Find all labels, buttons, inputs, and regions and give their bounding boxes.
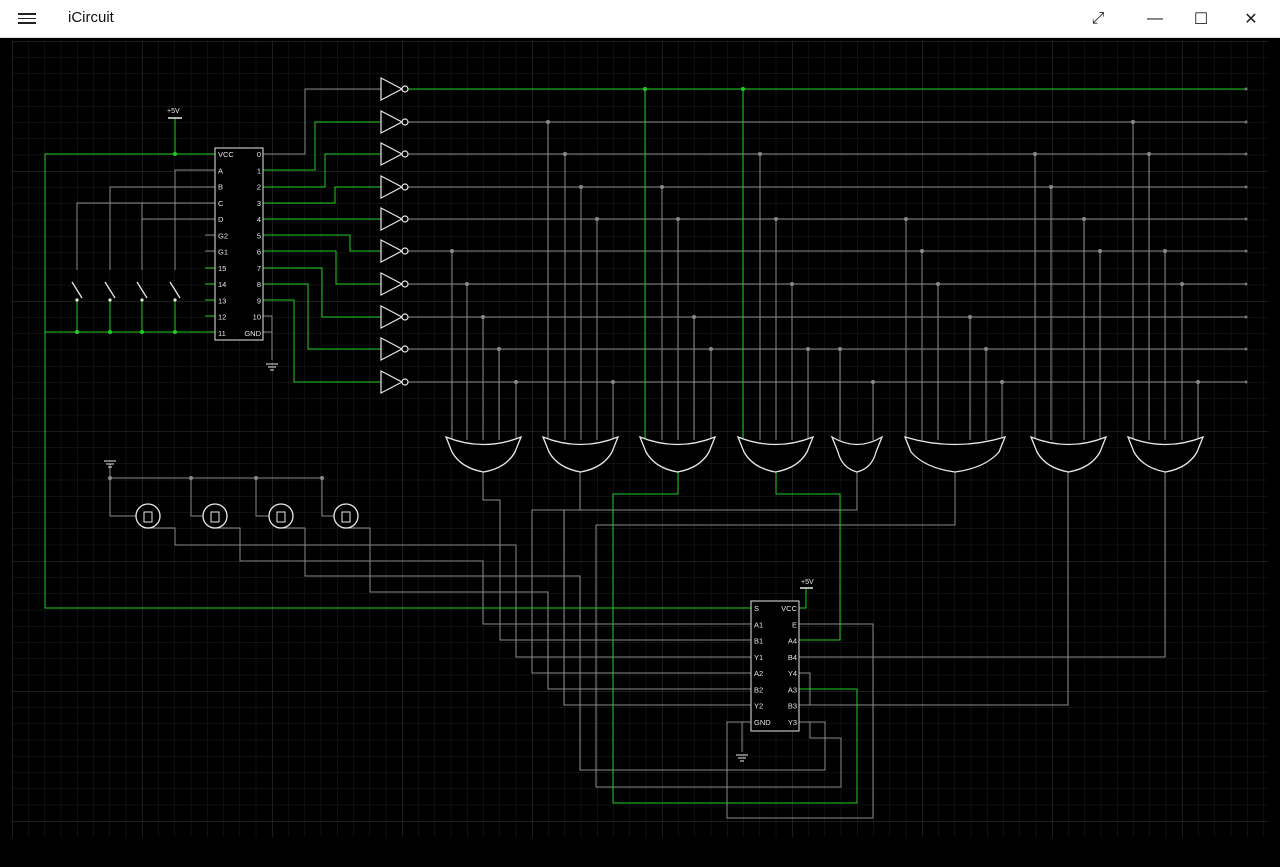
pin-label: A4 — [788, 637, 797, 646]
pin-label: E — [792, 620, 797, 629]
pin-label: B3 — [788, 702, 797, 711]
not-bubble — [401, 280, 409, 288]
pin-label: 0 — [257, 150, 261, 159]
not-bubble — [401, 313, 409, 321]
not-bubble — [401, 215, 409, 223]
pin-label: G1 — [218, 248, 228, 257]
pin-label: B — [218, 183, 223, 192]
pin-label: B2 — [754, 685, 763, 694]
pin-label: 15 — [218, 264, 226, 273]
lamp-bulb — [333, 503, 359, 529]
pin-label: A1 — [754, 620, 763, 629]
pin-label: 2 — [257, 183, 261, 192]
pin-label: Y4 — [788, 669, 797, 678]
mux-chip[interactable]: S A1 B1 Y1 A2 B2 Y2 GND VCC E A4 B4 Y4 A3 B3 Y3 — [750, 600, 800, 732]
pin-label: 3 — [257, 199, 261, 208]
pin-label: 11 — [218, 329, 226, 338]
pin-label: D — [218, 215, 224, 224]
decoder-supply-label: +5V — [167, 108, 180, 115]
not-bubble — [401, 378, 409, 386]
pin-label: Y3 — [788, 718, 797, 727]
pin-label: 13 — [218, 296, 226, 305]
pin-label: A3 — [788, 685, 797, 694]
not-bubble — [401, 118, 409, 126]
lamp-bulb — [202, 503, 228, 529]
pin-label: 4 — [257, 215, 261, 224]
pin-label: Y2 — [754, 702, 763, 711]
pin-label: GND — [244, 329, 261, 338]
pin-label: B4 — [788, 653, 797, 662]
pin-label: VCC — [781, 604, 797, 613]
minimize-icon[interactable]: — — [1132, 0, 1178, 37]
pin-label: VCC — [218, 150, 234, 159]
pin-label: Y1 — [754, 653, 763, 662]
hamburger-icon[interactable] — [18, 10, 36, 26]
pin-label: B1 — [754, 637, 763, 646]
not-bubble — [401, 183, 409, 191]
pin-label: 1 — [257, 166, 261, 175]
pin-label: 8 — [257, 280, 261, 289]
pin-label: G2 — [218, 231, 228, 240]
not-bubble — [401, 247, 409, 255]
pin-label: 10 — [253, 313, 261, 322]
switch-contact — [75, 298, 79, 302]
pin-label: 12 — [218, 313, 226, 322]
not-bubble — [401, 345, 409, 353]
pin-label: 14 — [218, 280, 226, 289]
pin-label: A — [218, 166, 223, 175]
not-bubble — [401, 85, 409, 93]
title-bar: iCircuit ⤢ — ☐ ✕ — [0, 0, 1280, 38]
decoder-chip[interactable]: VCCABCDG2G11514131211 012345678910GND — [214, 147, 264, 341]
switch-contact — [108, 298, 112, 302]
app-title: iCircuit — [68, 9, 114, 26]
pin-label: 7 — [257, 264, 261, 273]
lamp-bulb — [268, 503, 294, 529]
maximize-icon[interactable]: ☐ — [1178, 0, 1224, 37]
not-bubble — [401, 150, 409, 158]
pin-label: 5 — [257, 231, 261, 240]
switch-contact — [140, 298, 144, 302]
pin-label: 6 — [257, 248, 261, 257]
pin-label: A2 — [754, 669, 763, 678]
pin-label: S — [754, 604, 759, 613]
circuit-canvas[interactable]: VCC A B C D G2 G1 15 14 13 12 11 0 1 2 3 4 5 6 7 8 9 10 GND SA… — [0, 38, 1280, 862]
expand-icon[interactable]: ⤢ — [1075, 0, 1121, 37]
pin-label: GND — [754, 718, 771, 727]
mux-supply-label: +5V — [801, 579, 814, 586]
lamp-bulb — [135, 503, 161, 529]
pin-label: C — [218, 199, 224, 208]
pin-label: 9 — [257, 296, 261, 305]
close-icon[interactable]: ✕ — [1228, 0, 1274, 37]
switch-contact — [173, 298, 177, 302]
